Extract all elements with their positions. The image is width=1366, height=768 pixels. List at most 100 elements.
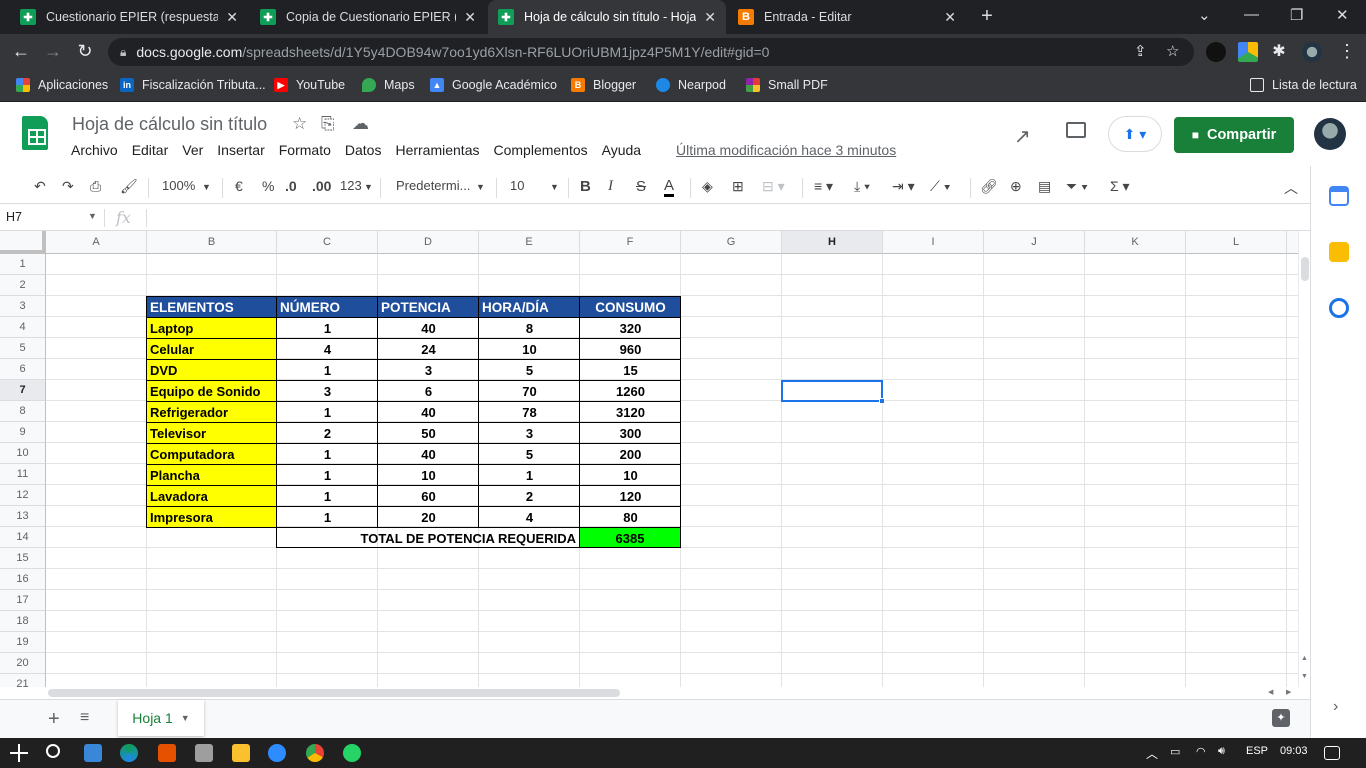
bookmark-star-icon[interactable]: ☆ xyxy=(1166,42,1179,60)
row-header-5[interactable]: 5 xyxy=(0,338,46,359)
bookmark-maps[interactable]: Maps xyxy=(362,78,415,92)
chrome-icon[interactable] xyxy=(306,744,324,762)
wifi-icon[interactable]: ◠ xyxy=(1196,745,1206,758)
row-header-11[interactable]: 11 xyxy=(0,464,46,485)
close-icon[interactable]: ✕ xyxy=(464,9,476,26)
table-cell-consumo[interactable]: 10 xyxy=(579,464,681,485)
table-cell-element[interactable]: Impresora xyxy=(146,506,277,528)
table-cell-numero[interactable]: 1 xyxy=(276,485,378,506)
chevron-down-icon[interactable]: ▼ xyxy=(364,182,373,192)
menu-kebab-icon[interactable]: ⋮ xyxy=(1336,41,1358,62)
row-header-8[interactable]: 8 xyxy=(0,401,46,422)
extensions-puzzle-icon[interactable]: ✱ xyxy=(1268,41,1290,61)
table-cell-element[interactable]: Refrigerador xyxy=(146,401,277,422)
text-wrap-icon[interactable]: ⇥ ▾ xyxy=(892,178,915,195)
bookmark-apps[interactable]: Aplicaciones xyxy=(16,78,108,92)
merge-cells-icon[interactable]: ⊟ ▾ xyxy=(762,178,785,195)
row-header-15[interactable]: 15 xyxy=(0,548,46,569)
edge-icon[interactable] xyxy=(120,744,138,762)
chevron-down-icon[interactable]: ▼ xyxy=(88,211,97,221)
undo-icon[interactable]: ↶ xyxy=(34,178,46,195)
chevron-down-icon[interactable]: ▼ xyxy=(476,182,485,192)
table-cell-numero[interactable]: 2 xyxy=(276,422,378,443)
row-header-3[interactable]: 3 xyxy=(0,296,46,317)
decrease-decimal-button[interactable]: .0 xyxy=(285,178,297,194)
browser-tab-2[interactable]: ✚ Copia de Cuestionario EPIER (res ✕ xyxy=(250,0,486,34)
spreadsheet-grid[interactable]: A B C D E F G H I J K L 1 2 3 4 5 6 7 8 … xyxy=(0,231,1298,687)
last-modified-link[interactable]: Última modificación hace 3 minutos xyxy=(676,142,896,158)
row-header-6[interactable]: 6 xyxy=(0,359,46,380)
table-cell-hora[interactable]: 5 xyxy=(478,359,580,380)
horizontal-align-icon[interactable]: ≡ ▾ xyxy=(814,178,833,195)
row-header-9[interactable]: 9 xyxy=(0,422,46,443)
row-header-21[interactable]: 21 xyxy=(0,674,46,687)
vertical-scroll-thumb[interactable] xyxy=(1301,257,1309,281)
table-cell-numero[interactable]: 1 xyxy=(276,506,378,527)
table-cell-numero[interactable]: 4 xyxy=(276,338,378,359)
text-rotation-icon[interactable]: ⟋ ▾ xyxy=(930,178,951,195)
add-sheet-button[interactable]: + xyxy=(48,708,60,731)
column-header-b[interactable]: B xyxy=(147,231,277,254)
browser-tab-3[interactable]: ✚ Hoja de cálculo sin título - Hojas ✕ xyxy=(488,0,726,34)
table-cell-hora[interactable]: 4 xyxy=(478,506,580,527)
menu-archivo[interactable]: Archivo xyxy=(71,142,118,158)
table-header-elementos[interactable]: ELEMENTOS xyxy=(146,296,277,317)
all-sheets-icon[interactable]: ≡ xyxy=(80,709,89,727)
table-cell-potencia[interactable]: 40 xyxy=(377,317,479,338)
insert-link-icon[interactable]: 🔗︎ xyxy=(980,178,998,195)
redo-icon[interactable]: ↷ xyxy=(62,178,74,195)
bookmark-fiscalizacion[interactable]: in Fiscalización Tributa... xyxy=(120,78,266,92)
table-cell-potencia[interactable]: 40 xyxy=(377,401,479,422)
menu-ayuda[interactable]: Ayuda xyxy=(602,142,641,158)
bookmark-youtube[interactable]: ▶ YouTube xyxy=(274,78,345,92)
bold-button[interactable]: B xyxy=(580,178,591,195)
row-header-20[interactable]: 20 xyxy=(0,653,46,674)
notifications-icon[interactable] xyxy=(1324,746,1340,760)
bookmark-nearpod[interactable]: Nearpod xyxy=(656,78,726,92)
print-icon[interactable]: ⎙ xyxy=(90,178,101,195)
filter-icon[interactable]: ⏷ ▾ xyxy=(1066,178,1088,195)
zoom-select[interactable]: 100% xyxy=(162,178,195,193)
table-header-consumo[interactable]: CONSUMO xyxy=(579,296,681,317)
table-cell-consumo[interactable]: 960 xyxy=(579,338,681,359)
select-all-corner[interactable] xyxy=(0,231,46,254)
more-formats-button[interactable]: 123 xyxy=(340,178,362,193)
clock[interactable]: 09:03 xyxy=(1280,745,1308,757)
document-title[interactable]: Hoja de cálculo sin título xyxy=(72,114,267,135)
column-header-j[interactable]: J xyxy=(984,231,1085,254)
zoom-app-icon[interactable] xyxy=(268,744,286,762)
row-header-1[interactable]: 1 xyxy=(0,254,46,275)
fill-handle[interactable] xyxy=(879,398,885,404)
windows-start-icon[interactable] xyxy=(10,744,28,762)
close-window-icon[interactable]: ✕ xyxy=(1336,6,1349,24)
table-cell-consumo[interactable]: 3120 xyxy=(579,401,681,422)
scroll-right-icon[interactable]: ▶ xyxy=(1286,688,1291,696)
whatsapp-icon[interactable] xyxy=(343,744,361,762)
table-cell-hora[interactable]: 8 xyxy=(478,317,580,338)
tab-search-icon[interactable]: ⌄ xyxy=(1198,6,1211,24)
sheet-tab-hoja-1[interactable]: Hoja 1 ▼ xyxy=(118,700,204,736)
table-cell-potencia[interactable]: 10 xyxy=(377,464,479,485)
total-label[interactable]: TOTAL DE POTENCIA REQUERIDA xyxy=(276,527,580,548)
table-cell-numero[interactable]: 1 xyxy=(276,359,378,380)
strikethrough-button[interactable]: S xyxy=(636,178,646,195)
profile-avatar[interactable] xyxy=(1302,42,1322,62)
account-avatar[interactable] xyxy=(1314,118,1346,150)
keep-icon[interactable] xyxy=(1329,242,1349,262)
column-header-i[interactable]: I xyxy=(883,231,984,254)
explore-icon[interactable]: ✦ xyxy=(1272,709,1290,727)
functions-icon[interactable]: Σ ▾ xyxy=(1110,178,1130,195)
insert-chart-icon[interactable]: ▤ xyxy=(1038,178,1051,195)
currency-format-button[interactable]: € xyxy=(235,178,243,194)
share-button[interactable]: ■ Compartir xyxy=(1174,117,1294,153)
column-header-e[interactable]: E xyxy=(479,231,580,254)
activity-trend-icon[interactable]: ↗ xyxy=(1014,124,1031,149)
name-box[interactable]: H7 xyxy=(6,210,22,224)
back-icon[interactable]: ← xyxy=(10,41,32,62)
bookmark-google-academico[interactable]: ▲ Google Académico xyxy=(430,78,557,92)
table-header-hora-dia[interactable]: HORA/DÍA xyxy=(478,296,580,317)
paint-format-icon[interactable]: 🖌︎ xyxy=(120,178,138,195)
row-header-16[interactable]: 16 xyxy=(0,569,46,590)
table-cell-consumo[interactable]: 80 xyxy=(579,506,681,527)
move-folder-icon[interactable]: ⎘ xyxy=(321,114,335,134)
